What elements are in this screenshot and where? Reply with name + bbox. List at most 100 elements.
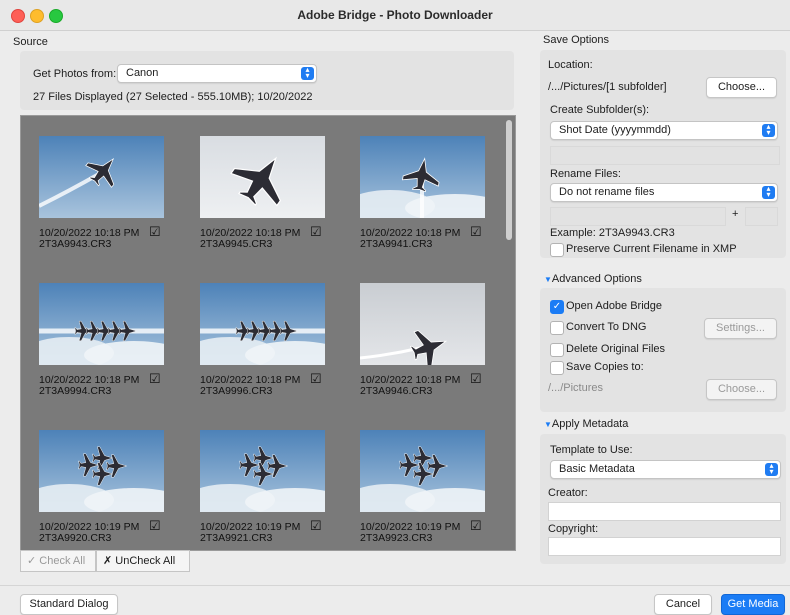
get-photos-label: Get Photos from: bbox=[33, 68, 117, 80]
dialog-footer: Standard Dialog Cancel Get Media bbox=[0, 585, 790, 615]
rename-example: Example: 2T3A9943.CR3 bbox=[550, 227, 675, 239]
save-options-panel: Location: /.../Pictures/[1 subfolder] Ch… bbox=[540, 50, 786, 258]
preserve-filename-checkbox[interactable] bbox=[550, 243, 564, 257]
photo-select-checkbox[interactable]: ☑ bbox=[470, 518, 482, 534]
get-photos-value: Canon bbox=[126, 67, 159, 79]
copyright-field[interactable] bbox=[548, 537, 781, 556]
photo-select-checkbox[interactable]: ☑ bbox=[149, 371, 161, 387]
photo-caption: 10/20/2022 10:18 PM 2T3A9943.CR3 bbox=[39, 228, 139, 250]
photo-cell[interactable]: 10/20/2022 10:19 PM 2T3A9921.CR3 ☑ bbox=[182, 410, 342, 550]
photo-caption: 10/20/2022 10:19 PM 2T3A9920.CR3 bbox=[39, 522, 139, 544]
photo-thumbnail[interactable] bbox=[200, 136, 325, 218]
photo-filename: 2T3A9946.CR3 bbox=[360, 385, 433, 397]
location-value: /.../Pictures/[1 subfolder] bbox=[548, 81, 667, 93]
create-subfolder-label: Create Subfolder(s): bbox=[550, 104, 650, 116]
location-choose-button[interactable]: Choose... bbox=[706, 77, 777, 98]
popup-chevron-icon: ▴ ▾ bbox=[762, 123, 775, 137]
photo-select-checkbox[interactable]: ☑ bbox=[470, 224, 482, 240]
photo-cell[interactable]: 10/20/2022 10:18 PM 2T3A9943.CR3 ☑ bbox=[21, 116, 181, 256]
photo-filename: 2T3A9996.CR3 bbox=[200, 385, 273, 397]
template-popup[interactable]: Basic Metadata ▴ ▾ bbox=[550, 460, 781, 479]
photo-caption: 10/20/2022 10:18 PM 2T3A9945.CR3 bbox=[200, 228, 300, 250]
check-all-icon: ✓ bbox=[27, 555, 37, 567]
photo-cell[interactable]: 10/20/2022 10:19 PM 2T3A9920.CR3 ☑ bbox=[21, 410, 181, 550]
grid-scrollbar[interactable] bbox=[506, 120, 512, 240]
photo-thumbnail[interactable] bbox=[39, 283, 164, 365]
rename-number-field bbox=[745, 207, 778, 226]
photo-thumbnail[interactable] bbox=[360, 430, 485, 512]
subfolder-popup[interactable]: Shot Date (yyyymmdd) ▴ ▾ bbox=[550, 121, 778, 140]
photo-grid[interactable]: 10/20/2022 10:18 PM 2T3A9943.CR3 ☑ 10/20/20… bbox=[20, 115, 516, 551]
popup-chevron-icon: ▴ ▾ bbox=[762, 185, 775, 199]
photo-thumbnail[interactable] bbox=[39, 430, 164, 512]
dng-settings-button[interactable]: Settings... bbox=[704, 318, 777, 339]
photo-thumbnail[interactable] bbox=[200, 283, 325, 365]
photo-filename: 2T3A9994.CR3 bbox=[39, 385, 112, 397]
photo-thumbnail[interactable] bbox=[200, 430, 325, 512]
apply-metadata-label: Apply Metadata bbox=[551, 418, 629, 430]
advanced-options-panel: ✓ Open Adobe Bridge Convert To DNG Setti… bbox=[540, 288, 786, 412]
photo-caption: 10/20/2022 10:19 PM 2T3A9921.CR3 bbox=[200, 522, 300, 544]
photo-cell[interactable]: 10/20/2022 10:18 PM 2T3A9996.CR3 ☑ bbox=[182, 263, 342, 403]
delete-originals-label: Delete Original Files bbox=[566, 343, 666, 355]
photo-select-checkbox[interactable]: ☑ bbox=[470, 371, 482, 387]
advanced-options-header[interactable]: ▼Advanced Options bbox=[544, 273, 642, 285]
popup-chevron-icon: ▴ ▾ bbox=[301, 66, 314, 80]
photo-caption: 10/20/2022 10:18 PM 2T3A9946.CR3 bbox=[360, 375, 460, 397]
copies-choose-button[interactable]: Choose... bbox=[706, 379, 777, 400]
open-bridge-checkbox[interactable]: ✓ bbox=[550, 300, 564, 314]
photo-select-checkbox[interactable]: ☑ bbox=[149, 518, 161, 534]
uncheck-all-icon: ✗ bbox=[103, 555, 113, 567]
source-panel: Get Photos from: Canon ▴ ▾ 27 Files Displ… bbox=[20, 51, 514, 110]
rename-plus: + bbox=[732, 208, 739, 220]
photo-thumbnail[interactable] bbox=[360, 283, 485, 365]
photo-filename: 2T3A9923.CR3 bbox=[360, 532, 433, 544]
get-media-button[interactable]: Get Media bbox=[721, 594, 785, 615]
photo-cell[interactable]: 10/20/2022 10:18 PM 2T3A9946.CR3 ☑ bbox=[342, 263, 502, 403]
save-copies-checkbox[interactable] bbox=[550, 361, 564, 375]
delete-originals-checkbox[interactable] bbox=[550, 343, 564, 357]
check-all-button[interactable]: ✓ Check All bbox=[20, 550, 96, 572]
photo-filename: 2T3A9941.CR3 bbox=[360, 238, 433, 250]
photo-select-checkbox[interactable]: ☑ bbox=[310, 371, 322, 387]
apply-metadata-panel: Template to Use: Basic Metadata ▴ ▾ Creat… bbox=[540, 434, 786, 564]
uncheck-all-label: UnCheck All bbox=[115, 555, 176, 567]
standard-dialog-button[interactable]: Standard Dialog bbox=[20, 594, 118, 615]
photo-filename: 2T3A9921.CR3 bbox=[200, 532, 273, 544]
photo-select-checkbox[interactable]: ☑ bbox=[310, 224, 322, 240]
files-status: 27 Files Displayed (27 Selected - 555.10… bbox=[33, 91, 313, 103]
popup-chevron-icon: ▴ ▾ bbox=[765, 462, 778, 476]
uncheck-all-button[interactable]: ✗ UnCheck All bbox=[96, 550, 190, 572]
template-value: Basic Metadata bbox=[559, 463, 635, 475]
photo-caption: 10/20/2022 10:19 PM 2T3A9923.CR3 bbox=[360, 522, 460, 544]
photo-filename: 2T3A9920.CR3 bbox=[39, 532, 112, 544]
photo-select-checkbox[interactable]: ☑ bbox=[149, 224, 161, 240]
subfolder-value: Shot Date (yyyymmdd) bbox=[559, 124, 671, 136]
source-section-label: Source bbox=[13, 36, 48, 48]
photo-thumbnail[interactable] bbox=[39, 136, 164, 218]
convert-dng-checkbox[interactable] bbox=[550, 321, 564, 335]
photo-caption: 10/20/2022 10:18 PM 2T3A9994.CR3 bbox=[39, 375, 139, 397]
save-options-label: Save Options bbox=[543, 34, 610, 46]
photo-caption: 10/20/2022 10:18 PM 2T3A9996.CR3 bbox=[200, 375, 300, 397]
photo-thumbnail[interactable] bbox=[360, 136, 485, 218]
photo-select-checkbox[interactable]: ☑ bbox=[310, 518, 322, 534]
photo-filename: 2T3A9945.CR3 bbox=[200, 238, 273, 250]
apply-metadata-header[interactable]: ▼Apply Metadata bbox=[544, 418, 628, 430]
rename-value: Do not rename files bbox=[559, 186, 655, 198]
photo-cell[interactable]: 10/20/2022 10:19 PM 2T3A9923.CR3 ☑ bbox=[342, 410, 502, 550]
disclosure-triangle-icon: ▼ bbox=[544, 420, 552, 429]
check-all-label: Check All bbox=[39, 555, 86, 567]
rename-popup[interactable]: Do not rename files ▴ ▾ bbox=[550, 183, 778, 202]
get-photos-popup[interactable]: Canon ▴ ▾ bbox=[117, 64, 317, 83]
photo-cell[interactable]: 10/20/2022 10:18 PM 2T3A9945.CR3 ☑ bbox=[182, 116, 342, 256]
photo-cell[interactable]: 10/20/2022 10:18 PM 2T3A9994.CR3 ☑ bbox=[21, 263, 181, 403]
photo-cell[interactable]: 10/20/2022 10:18 PM 2T3A9941.CR3 ☑ bbox=[342, 116, 502, 256]
subfolder-custom-field bbox=[550, 146, 780, 165]
disclosure-triangle-icon: ▼ bbox=[544, 275, 552, 284]
convert-dng-label: Convert To DNG bbox=[566, 321, 647, 333]
advanced-options-label: Advanced Options bbox=[551, 273, 642, 285]
creator-field[interactable] bbox=[548, 502, 781, 521]
grid-button-bar: ✓ Check All ✗ UnCheck All bbox=[20, 549, 514, 572]
cancel-button[interactable]: Cancel bbox=[654, 594, 712, 615]
